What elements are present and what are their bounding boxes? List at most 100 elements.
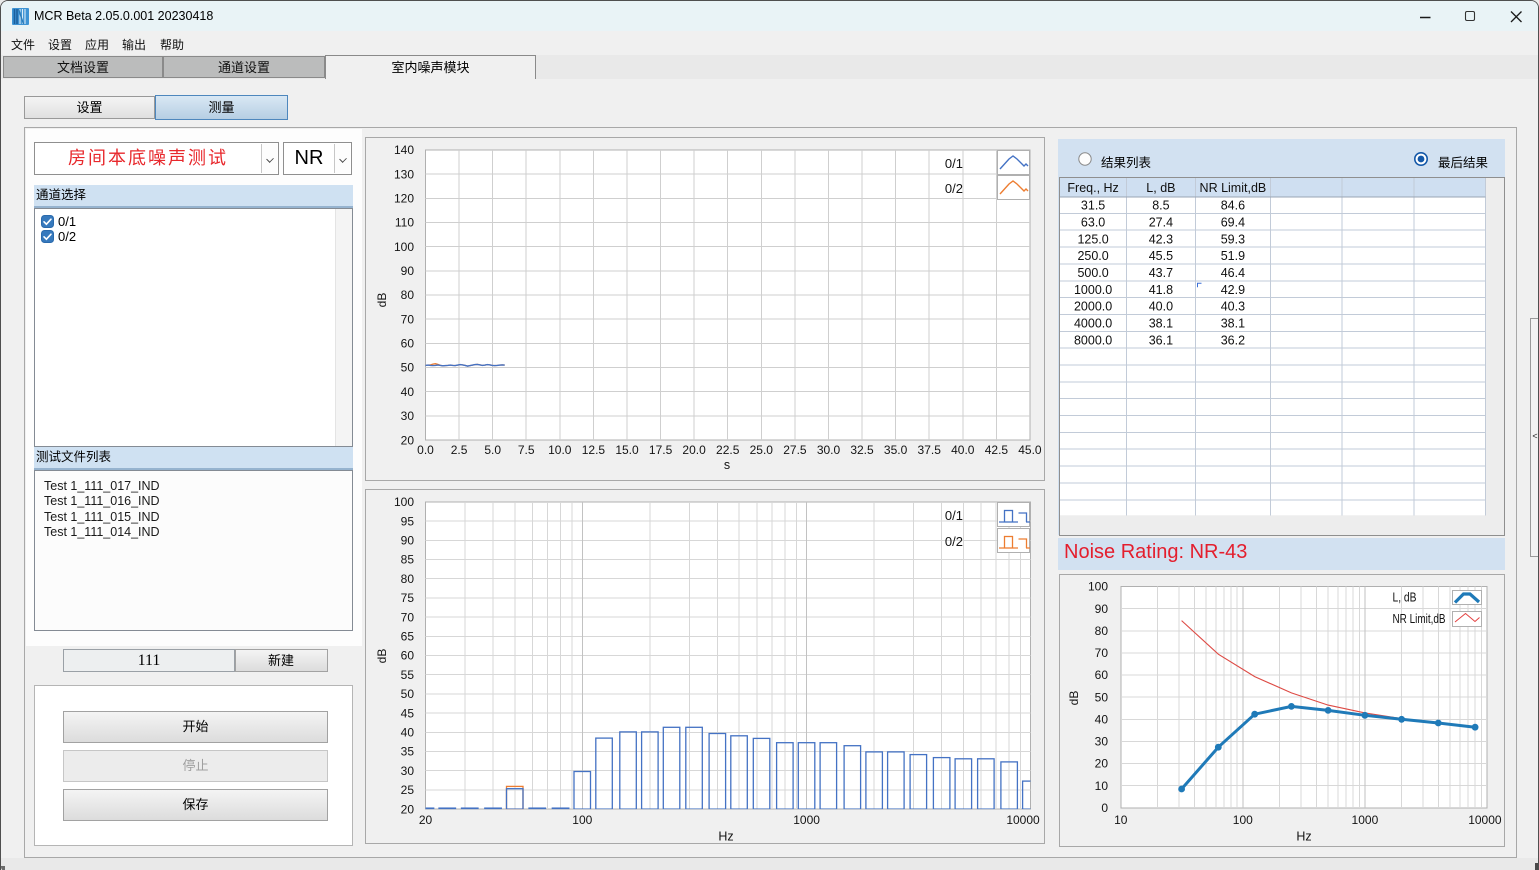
svg-text:85: 85 xyxy=(401,553,415,567)
svg-text:65: 65 xyxy=(401,630,415,644)
svg-text:20: 20 xyxy=(401,433,415,447)
svg-text:63.0: 63.0 xyxy=(1081,216,1105,230)
svg-text:500.0: 500.0 xyxy=(1077,266,1108,280)
svg-text:60: 60 xyxy=(401,649,415,663)
svg-text:25: 25 xyxy=(401,783,415,797)
svg-text:80: 80 xyxy=(1095,624,1109,638)
svg-text:8000.0: 8000.0 xyxy=(1074,333,1112,347)
svg-text:38.1: 38.1 xyxy=(1221,317,1245,331)
svg-text:dB: dB xyxy=(375,293,389,308)
svg-text:25.0: 25.0 xyxy=(750,443,774,457)
svg-text:90: 90 xyxy=(401,264,415,278)
svg-text:0/1: 0/1 xyxy=(945,508,963,523)
svg-text:0/2: 0/2 xyxy=(945,534,963,549)
svg-text:0/2: 0/2 xyxy=(945,181,963,196)
svg-text:40: 40 xyxy=(1095,713,1109,727)
svg-text:100: 100 xyxy=(394,240,414,254)
svg-text:80: 80 xyxy=(401,288,415,302)
svg-text:51.9: 51.9 xyxy=(1221,249,1245,263)
svg-text:20: 20 xyxy=(419,813,433,827)
svg-text:20.0: 20.0 xyxy=(682,443,706,457)
svg-text:27.4: 27.4 xyxy=(1149,216,1173,230)
svg-text:NR Limit,dB: NR Limit,dB xyxy=(1200,181,1267,195)
svg-text:17.5: 17.5 xyxy=(649,443,673,457)
svg-text:1000: 1000 xyxy=(793,813,820,827)
svg-text:Hz: Hz xyxy=(718,830,733,844)
svg-text:10000: 10000 xyxy=(1468,813,1502,827)
svg-text:30: 30 xyxy=(401,764,415,778)
svg-text:90: 90 xyxy=(1095,602,1109,616)
svg-text:36.2: 36.2 xyxy=(1221,333,1245,347)
svg-text:20: 20 xyxy=(1095,757,1109,771)
svg-text:95: 95 xyxy=(401,514,415,528)
svg-text:45: 45 xyxy=(401,706,415,720)
svg-text:70: 70 xyxy=(401,610,415,624)
svg-text:59.3: 59.3 xyxy=(1221,232,1245,246)
svg-text:7.5: 7.5 xyxy=(518,443,535,457)
svg-text:dB: dB xyxy=(375,649,389,664)
svg-text:125.0: 125.0 xyxy=(1077,232,1108,246)
svg-text:130: 130 xyxy=(394,167,414,181)
svg-text:42.3: 42.3 xyxy=(1149,232,1173,246)
svg-text:1000.0: 1000.0 xyxy=(1074,283,1112,297)
svg-text:L, dB: L, dB xyxy=(1393,591,1417,605)
svg-text:50: 50 xyxy=(1095,690,1109,704)
svg-text:38.1: 38.1 xyxy=(1149,317,1173,331)
svg-text:Freq., Hz: Freq., Hz xyxy=(1067,181,1118,195)
svg-text:5.0: 5.0 xyxy=(484,443,501,457)
svg-text:110: 110 xyxy=(395,216,414,230)
svg-text:30: 30 xyxy=(1095,735,1109,749)
svg-text:69.4: 69.4 xyxy=(1221,216,1245,230)
svg-text:10.0: 10.0 xyxy=(548,443,572,457)
svg-text:30.0: 30.0 xyxy=(817,443,841,457)
svg-text:100: 100 xyxy=(394,495,414,509)
svg-text:27.5: 27.5 xyxy=(783,443,807,457)
svg-text:15.0: 15.0 xyxy=(615,443,639,457)
svg-text:32.5: 32.5 xyxy=(850,443,874,457)
svg-text:36.1: 36.1 xyxy=(1149,333,1173,347)
svg-text:50: 50 xyxy=(401,687,415,701)
svg-text:10000: 10000 xyxy=(1006,813,1040,827)
svg-text:120: 120 xyxy=(394,192,414,206)
svg-text:42.5: 42.5 xyxy=(985,443,1009,457)
svg-text:75: 75 xyxy=(401,591,415,605)
svg-text:41.8: 41.8 xyxy=(1149,283,1173,297)
svg-text:250.0: 250.0 xyxy=(1077,249,1108,263)
svg-text:70: 70 xyxy=(401,312,415,326)
svg-text:0: 0 xyxy=(1101,801,1108,815)
svg-text:0/1: 0/1 xyxy=(945,156,963,171)
svg-text:s: s xyxy=(724,458,730,472)
svg-text:8.5: 8.5 xyxy=(1152,199,1169,213)
svg-text:2000.0: 2000.0 xyxy=(1074,300,1112,314)
svg-text:80: 80 xyxy=(401,572,415,586)
svg-text:40: 40 xyxy=(401,385,415,399)
svg-text:43.7: 43.7 xyxy=(1149,266,1173,280)
svg-text:dB: dB xyxy=(1067,691,1081,706)
svg-text:55: 55 xyxy=(401,668,415,682)
svg-text:40: 40 xyxy=(401,726,415,740)
svg-text:20: 20 xyxy=(401,802,415,816)
svg-text:0.0: 0.0 xyxy=(417,443,434,457)
svg-text:50: 50 xyxy=(401,361,415,375)
svg-text:35: 35 xyxy=(401,745,415,759)
svg-text:4000.0: 4000.0 xyxy=(1074,317,1112,331)
svg-text:45.0: 45.0 xyxy=(1018,443,1042,457)
svg-text:45.5: 45.5 xyxy=(1149,249,1173,263)
svg-text:NR Limit,dB: NR Limit,dB xyxy=(1393,612,1446,626)
svg-text:10: 10 xyxy=(1095,779,1109,793)
svg-text:35.0: 35.0 xyxy=(884,443,908,457)
svg-text:100: 100 xyxy=(572,813,592,827)
svg-text:30: 30 xyxy=(401,409,415,423)
svg-text:40.0: 40.0 xyxy=(951,443,975,457)
svg-text:42.9: 42.9 xyxy=(1221,283,1245,297)
svg-text:10: 10 xyxy=(1114,813,1128,827)
svg-text:Hz: Hz xyxy=(1296,830,1311,844)
svg-text:140: 140 xyxy=(394,143,414,157)
svg-text:2.5: 2.5 xyxy=(451,443,468,457)
svg-text:100: 100 xyxy=(1233,813,1253,827)
svg-text:L, dB: L, dB xyxy=(1146,181,1175,195)
svg-text:60: 60 xyxy=(401,337,415,351)
svg-text:40.0: 40.0 xyxy=(1149,300,1173,314)
svg-text:60: 60 xyxy=(1095,668,1109,682)
svg-text:22.5: 22.5 xyxy=(716,443,740,457)
